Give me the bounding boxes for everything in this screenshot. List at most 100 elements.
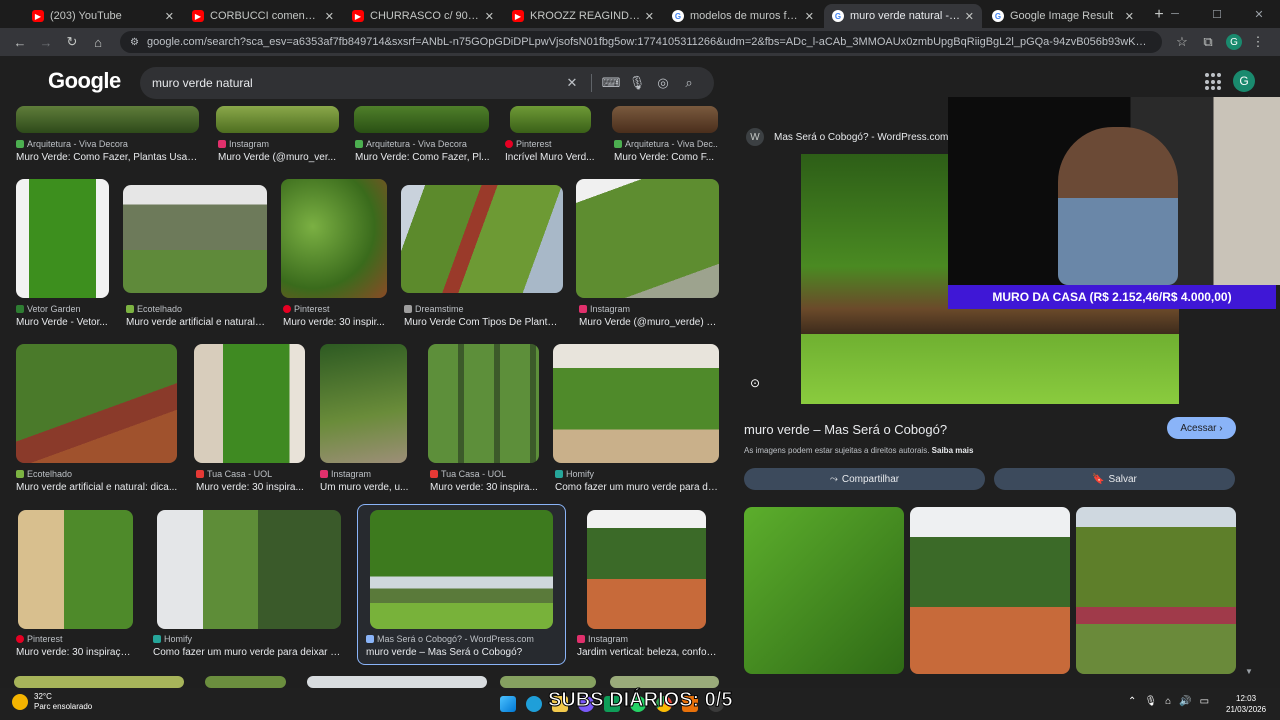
result-image[interactable] (16, 344, 177, 463)
tab-churrasco[interactable]: ▶CHURRASCO c/ 900 REAIS p/ S✕ (344, 4, 502, 28)
result-title[interactable]: Muro Verde - Vetor... (16, 317, 116, 328)
result-title[interactable]: Muro verde: 30 inspira... (430, 482, 540, 493)
result-image[interactable] (14, 676, 184, 688)
start-icon[interactable] (500, 696, 516, 712)
search-icon[interactable]: ⌕ (676, 75, 702, 91)
microphone-tray-icon[interactable]: 🎙 (1144, 696, 1157, 707)
search-box[interactable]: ✕ ⌨ 🎙 ◎ ⌕ (140, 67, 714, 99)
result-title[interactable]: Muro verde artificial e natural: dica... (16, 482, 179, 493)
save-button[interactable]: 🔖 Salvar (994, 468, 1235, 490)
battery-icon[interactable]: ▭ (1200, 696, 1209, 707)
extensions-icon[interactable]: ⧉ (1196, 30, 1220, 54)
result-image[interactable] (612, 106, 718, 133)
clock[interactable]: 12:03 21/03/2026 (1226, 693, 1266, 715)
reload-icon[interactable]: ↻ (60, 30, 84, 54)
share-button[interactable]: ⤳ Compartilhar (744, 468, 985, 490)
learn-more-link[interactable]: Saiba mais (932, 446, 974, 455)
result-image[interactable] (123, 185, 267, 293)
result-image[interactable] (157, 510, 341, 629)
result-title[interactable]: Muro Verde Com Tipos De Planta... (404, 317, 559, 328)
result-image[interactable] (370, 510, 553, 629)
result-image[interactable] (307, 676, 487, 688)
result-title[interactable]: Um muro verde, u... (320, 482, 410, 493)
network-icon[interactable]: ⌂ (1165, 696, 1171, 707)
result-title[interactable]: Muro Verde (@muro_verde) · ... (579, 317, 719, 328)
weather-widget[interactable]: 32°C Parc ensolarado (12, 692, 92, 712)
result-title[interactable]: Muro verde: 30 inspira... (196, 482, 308, 493)
address-bar[interactable]: ⚙ google.com/search?sca_esv=a6353af7fb84… (120, 31, 1162, 53)
lens-camera-icon[interactable]: ◎ (650, 75, 676, 91)
tab-google-image-result[interactable]: G Google Image Result ✕ (984, 4, 1142, 28)
preview-source[interactable]: W Mas Será o Cobogó? - WordPress.com (746, 128, 948, 146)
result-image[interactable] (205, 676, 286, 688)
tab-youtube[interactable]: ▶ (203) YouTube ✕ (24, 4, 182, 28)
bookmark-star-icon[interactable]: ☆ (1170, 30, 1194, 54)
result-title[interactable]: Muro Verde: Como Fazer, Plantas Usad... (16, 152, 199, 163)
tab-muro-verde-natural[interactable]: Gmuro verde natural - Pesquisa✕ (824, 4, 982, 28)
related-image[interactable] (910, 507, 1070, 674)
visit-button[interactable]: Acessar › (1167, 417, 1236, 439)
tab-modelos-muros[interactable]: Gmodelos de muros frente de ca✕ (664, 4, 822, 28)
close-tab-icon[interactable]: ✕ (965, 10, 974, 23)
back-icon[interactable]: ← (8, 30, 32, 54)
result-title[interactable]: Muro Verde: Como F... (614, 152, 718, 163)
browser-menu-icon[interactable]: ⋮ (1246, 30, 1270, 54)
result-image[interactable] (510, 106, 591, 133)
result-image[interactable] (587, 510, 706, 629)
microphone-icon[interactable]: 🎙 (624, 75, 650, 91)
browser-profile-avatar[interactable]: G (1226, 34, 1242, 50)
minimize-icon[interactable]: ─ (1154, 0, 1196, 28)
google-logo[interactable]: Google (48, 68, 121, 94)
result-title[interactable]: Muro Verde (@muro_ver... (218, 152, 338, 163)
close-tab-icon[interactable]: ✕ (805, 10, 814, 23)
result-title[interactable]: Muro verde: 30 inspiraçõ... (16, 647, 134, 658)
close-tab-icon[interactable]: ✕ (645, 10, 654, 23)
close-tab-icon[interactable]: ✕ (1125, 10, 1134, 23)
clear-search-icon[interactable]: ✕ (559, 75, 585, 91)
result-image[interactable] (354, 106, 489, 133)
result-title[interactable]: Incrível Muro Verd... (505, 152, 600, 163)
volume-icon[interactable]: 🔊 (1179, 696, 1191, 707)
result-image[interactable] (281, 179, 387, 298)
result-title[interactable]: Como fazer um muro verde para deixar su.… (153, 647, 343, 658)
result-image[interactable] (401, 185, 563, 293)
maximize-icon[interactable]: ☐ (1196, 0, 1238, 28)
site-info-icon[interactable]: ⚙ (130, 37, 139, 48)
close-tab-icon[interactable]: ✕ (485, 10, 494, 23)
result-image[interactable] (16, 106, 199, 133)
scroll-down-icon[interactable]: ▼ (1245, 667, 1253, 676)
google-apps-icon[interactable] (1205, 73, 1223, 91)
result-title[interactable]: Jardim vertical: beleza, confor... (577, 647, 717, 658)
lens-search-icon[interactable]: ⊙ (750, 376, 760, 390)
home-icon[interactable]: ⌂ (86, 30, 110, 54)
result-title[interactable]: muro verde – Mas Será o Cobogó? (366, 647, 561, 658)
related-image[interactable] (1076, 507, 1236, 674)
result-image[interactable] (216, 106, 339, 133)
edge-icon[interactable] (526, 696, 542, 712)
result-image[interactable] (428, 344, 539, 463)
preview-title[interactable]: muro verde – Mas Será o Cobogó? (744, 422, 947, 437)
result-image[interactable] (576, 179, 719, 298)
forward-icon[interactable]: → (34, 30, 58, 54)
result-title[interactable]: Muro Verde: Como Fazer, Pl... (355, 152, 490, 163)
close-tab-icon[interactable]: ✕ (165, 10, 174, 23)
result-image[interactable] (610, 676, 719, 688)
result-title[interactable]: Muro verde artificial e natural:... (126, 317, 266, 328)
chevron-up-icon[interactable]: ⌃ (1128, 696, 1136, 707)
result-image[interactable] (500, 676, 596, 688)
result-image[interactable] (194, 344, 305, 463)
account-avatar[interactable]: G (1233, 70, 1255, 92)
tab-kroozz[interactable]: ▶KROOZZ REAGINDO FACADA F✕ (504, 4, 662, 28)
result-image[interactable] (553, 344, 719, 463)
result-image[interactable] (18, 510, 133, 629)
keyboard-icon[interactable]: ⌨ (598, 75, 624, 91)
result-image[interactable] (320, 344, 407, 463)
tab-corbucci[interactable]: ▶CORBUCCI comendo TUDO na✕ (184, 4, 342, 28)
result-title[interactable]: Como fazer um muro verde para de... (555, 482, 718, 493)
close-tab-icon[interactable]: ✕ (325, 10, 334, 23)
result-title[interactable]: Muro verde: 30 inspir... (283, 317, 386, 328)
related-image[interactable] (744, 507, 904, 674)
close-window-icon[interactable]: ✕ (1238, 0, 1280, 28)
result-image[interactable] (16, 179, 109, 298)
search-input[interactable] (152, 76, 559, 90)
